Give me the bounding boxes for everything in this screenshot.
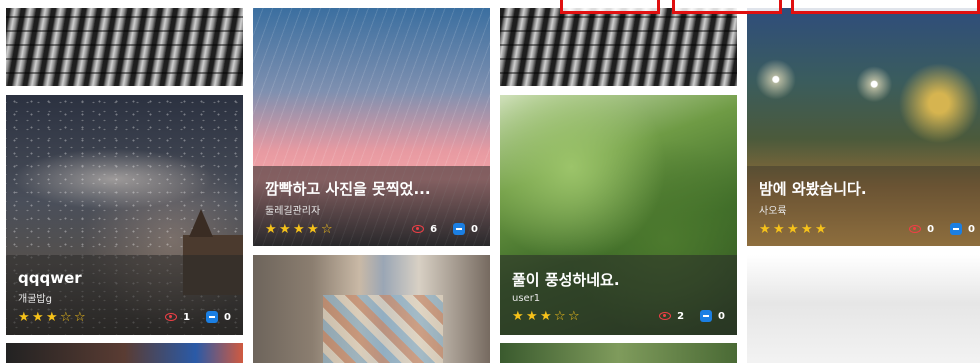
rating-stars: ★ ★ ★ ★ ☆ <box>265 223 334 236</box>
card-info: 깜빡하고 사진을 못찍었... 둘레길관리자 ★ ★ ★ ★ ☆ 6 0 <box>253 166 490 246</box>
star-icon: ★ <box>540 308 552 324</box>
view-count-value: 1 <box>183 311 191 323</box>
star-icon: ★ <box>293 221 305 237</box>
star-icon: ☆ <box>321 221 333 237</box>
photo-card-2[interactable]: 풀이 풍성하네요. user1 ★ ★ ★ ☆ ☆ 2 0 <box>500 95 737 335</box>
photo-card-bottom-3[interactable] <box>500 343 737 363</box>
comment-count: 0 <box>206 311 231 323</box>
view-count: 2 <box>659 311 684 322</box>
card-title: 밤에 와봤습니다. <box>759 180 867 198</box>
view-count: 6 <box>412 224 437 235</box>
card-meta: ★ ★ ★ ★ ★ 0 0 <box>759 219 975 239</box>
comment-count-value: 0 <box>968 223 975 235</box>
card-author: 둘레길관리자 <box>265 206 321 217</box>
view-count-value: 0 <box>927 223 935 235</box>
star-icon: ★ <box>279 221 291 237</box>
photo-image <box>747 255 980 363</box>
comment-icon <box>700 310 713 322</box>
comment-count: 0 <box>700 310 725 322</box>
star-icon: ★ <box>787 221 799 237</box>
star-icon: ★ <box>526 308 538 324</box>
card-info: 풀이 풍성하네요. user1 ★ ★ ★ ☆ ☆ 2 0 <box>500 255 737 335</box>
eye-icon <box>659 312 672 320</box>
photo-card-bottom-1[interactable] <box>6 343 243 363</box>
eye-icon <box>165 313 178 321</box>
star-icon: ★ <box>773 221 785 237</box>
comment-icon <box>950 223 963 235</box>
eye-icon <box>909 225 922 233</box>
comment-count: 0 <box>453 223 478 235</box>
view-count: 1 <box>165 312 190 323</box>
star-icon: ★ <box>512 308 524 324</box>
photo-card-bottom-4[interactable] <box>747 255 980 363</box>
star-icon: ☆ <box>554 308 566 324</box>
photo-grid: qqqwer 개굴밥g ★ ★ ★ ☆ ☆ 1 0 깜빡하고 사진을 못찍었... 둘레… <box>0 0 980 363</box>
card-info: qqqwer 개굴밥g ★ ★ ★ ☆ ☆ 1 0 <box>6 255 243 335</box>
card-meta: ★ ★ ★ ☆ ☆ 2 0 <box>512 306 725 326</box>
comment-count-value: 0 <box>471 223 478 235</box>
photo-card-3[interactable]: 밤에 와봤습니다. 사오륙 ★ ★ ★ ★ ★ 0 0 <box>747 8 980 246</box>
card-title: 풀이 풍성하네요. <box>512 271 620 289</box>
card-title: 깜빡하고 사진을 못찍었... <box>265 180 431 198</box>
photo-card-0[interactable]: qqqwer 개굴밥g ★ ★ ★ ☆ ☆ 1 0 <box>6 95 243 335</box>
card-author: 사오륙 <box>759 206 787 217</box>
eye-icon <box>412 225 425 233</box>
photo-card-roof-1[interactable] <box>6 8 243 86</box>
photo-image <box>253 255 490 363</box>
comment-icon <box>206 311 219 323</box>
photo-card-roof-2[interactable] <box>500 8 737 86</box>
view-count-value: 6 <box>430 223 438 235</box>
star-icon: ★ <box>265 221 277 237</box>
rating-stars: ★ ★ ★ ★ ★ <box>759 223 828 236</box>
card-author: user1 <box>512 293 541 304</box>
rating-stars: ★ ★ ★ ☆ ☆ <box>18 311 87 324</box>
card-meta: ★ ★ ★ ☆ ☆ 1 0 <box>18 307 231 327</box>
card-info: 밤에 와봤습니다. 사오륙 ★ ★ ★ ★ ★ 0 0 <box>747 166 980 246</box>
star-icon: ☆ <box>74 309 86 325</box>
photo-image <box>6 8 243 86</box>
star-icon: ☆ <box>60 309 72 325</box>
photo-image <box>500 8 737 86</box>
star-icon: ★ <box>32 309 44 325</box>
comment-icon <box>453 223 466 235</box>
photo-image <box>500 343 737 363</box>
star-icon: ☆ <box>568 308 580 324</box>
star-icon: ★ <box>759 221 771 237</box>
star-icon: ★ <box>46 309 58 325</box>
photo-card-1[interactable]: 깜빡하고 사진을 못찍었... 둘레길관리자 ★ ★ ★ ★ ☆ 6 0 <box>253 8 490 246</box>
highlight-box <box>672 0 782 14</box>
comment-count: 0 <box>950 223 975 235</box>
highlight-box <box>791 0 980 14</box>
card-meta: ★ ★ ★ ★ ☆ 6 0 <box>265 219 478 239</box>
card-title: qqqwer <box>18 269 82 287</box>
comment-count-value: 0 <box>718 310 725 322</box>
star-icon: ★ <box>815 221 827 237</box>
view-count-value: 2 <box>677 310 685 322</box>
star-icon: ★ <box>18 309 30 325</box>
photo-card-alley[interactable] <box>253 255 490 363</box>
highlight-box <box>560 0 660 14</box>
star-icon: ★ <box>307 221 319 237</box>
photo-image <box>6 343 243 363</box>
view-count: 0 <box>909 224 934 235</box>
comment-count-value: 0 <box>224 311 231 323</box>
star-icon: ★ <box>801 221 813 237</box>
card-author: 개굴밥g <box>18 294 52 305</box>
rating-stars: ★ ★ ★ ☆ ☆ <box>512 310 581 323</box>
